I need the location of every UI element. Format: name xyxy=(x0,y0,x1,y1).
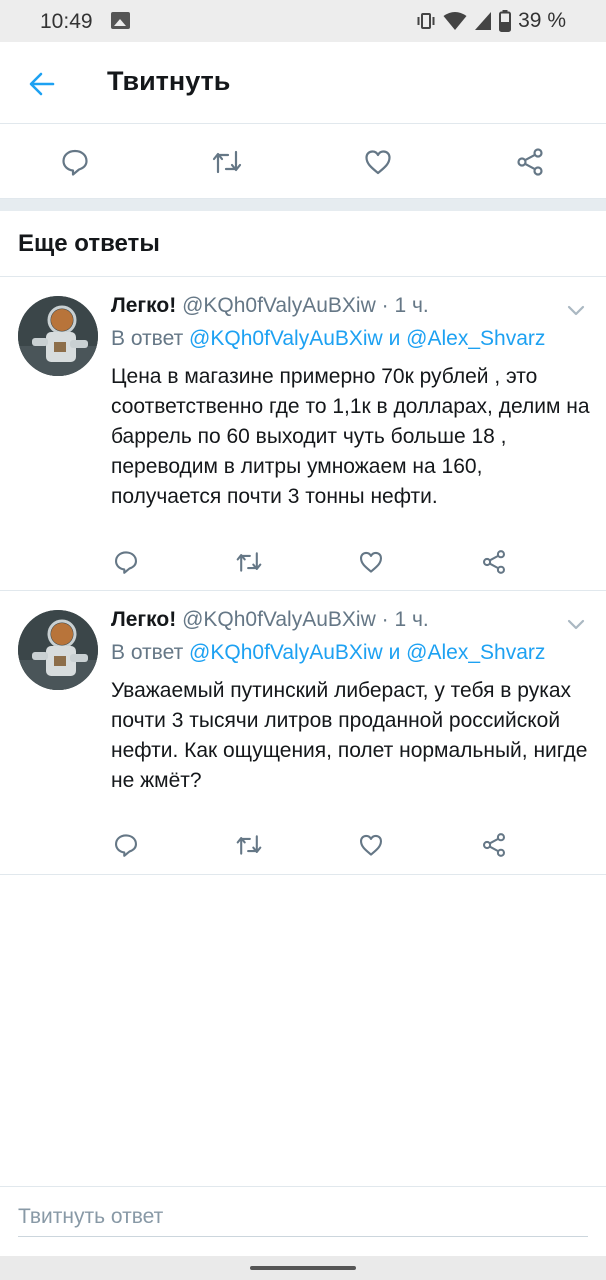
signal-icon xyxy=(474,11,492,31)
battery-icon xyxy=(499,10,512,32)
tweet-text: Уважаемый путинский либераст, у тебя в р… xyxy=(111,679,588,792)
section-header: Еще ответы xyxy=(0,211,606,277)
vibrate-icon xyxy=(416,11,436,31)
wifi-icon xyxy=(443,11,467,31)
status-time: 10:49 xyxy=(40,10,93,33)
share-button[interactable] xyxy=(479,547,509,577)
share-icon xyxy=(482,833,506,857)
reply-icon xyxy=(114,834,138,857)
reply-context: В ответ @KQh0fValyAuBXiw и @Alex_Shvarz xyxy=(111,641,545,665)
reply-user-link[interactable]: @Alex_Shvarz xyxy=(406,327,545,350)
reply-button[interactable] xyxy=(111,830,141,860)
tweet-menu-button[interactable] xyxy=(564,612,588,636)
reply-user-link[interactable]: @Alex_Shvarz xyxy=(406,641,545,664)
reply-tweet[interactable]: Легко! @KQh0fValyAuBXiw · 1 ч. В ответ @… xyxy=(0,592,606,875)
section-divider xyxy=(0,199,606,211)
retweet-icon xyxy=(212,150,242,174)
reply-prefix: В ответ xyxy=(111,327,184,350)
system-nav-bar xyxy=(0,1256,606,1280)
like-button[interactable] xyxy=(356,547,386,577)
reply-input[interactable] xyxy=(18,1197,588,1237)
main-tweet-actions xyxy=(0,125,606,199)
separator-dot: · xyxy=(381,294,389,317)
separator-dot: · xyxy=(381,608,389,631)
retweet-button[interactable] xyxy=(234,547,264,577)
reply-compose-bar xyxy=(0,1186,606,1256)
section-title: Еще ответы xyxy=(18,230,160,257)
tweet-text: Цена в магазине примерно 70к рублей , эт… xyxy=(111,365,590,508)
reply-user-link[interactable]: @KQh0fValyAuBXiw xyxy=(189,327,383,350)
share-button[interactable] xyxy=(479,830,509,860)
retweet-icon xyxy=(236,552,262,572)
author-handle[interactable]: @KQh0fValyAuBXiw xyxy=(182,608,376,631)
reply-and[interactable]: и xyxy=(389,327,401,350)
like-icon xyxy=(365,150,391,175)
reply-icon xyxy=(62,149,88,176)
author-name[interactable]: Легко! xyxy=(111,608,176,631)
arrow-left-icon xyxy=(29,72,55,96)
tweet-header: Легко! @KQh0fValyAuBXiw · 1 ч. xyxy=(111,294,429,324)
like-button[interactable] xyxy=(361,145,395,179)
back-button[interactable] xyxy=(22,64,62,104)
page-title: Твитнуть xyxy=(107,66,231,96)
reply-context: В ответ @KQh0fValyAuBXiw и @Alex_Shvarz xyxy=(111,327,545,351)
retweet-button[interactable] xyxy=(234,830,264,860)
status-icons: 39 % xyxy=(416,9,566,33)
reply-icon xyxy=(114,551,138,574)
app-bar: Твитнуть xyxy=(0,42,606,124)
like-button[interactable] xyxy=(356,830,386,860)
reply-prefix: В ответ xyxy=(111,641,184,664)
chevron-down-icon xyxy=(567,619,585,630)
battery-percent: 39 % xyxy=(518,9,566,32)
reply-button[interactable] xyxy=(58,145,92,179)
image-icon xyxy=(111,12,130,29)
share-button[interactable] xyxy=(513,145,547,179)
share-icon xyxy=(517,148,543,176)
chevron-down-icon xyxy=(567,305,585,316)
reply-tweet[interactable]: Легко! @KQh0fValyAuBXiw · 1 ч. В ответ @… xyxy=(0,278,606,591)
like-icon xyxy=(359,551,383,573)
home-gesture-handle[interactable] xyxy=(250,1266,356,1270)
avatar[interactable] xyxy=(18,610,98,690)
retweet-button[interactable] xyxy=(210,145,244,179)
tweet-header: Легко! @KQh0fValyAuBXiw · 1 ч. xyxy=(111,608,429,638)
reply-user-link[interactable]: @KQh0fValyAuBXiw xyxy=(189,641,383,664)
author-name[interactable]: Легко! xyxy=(111,294,176,317)
like-icon xyxy=(359,834,383,856)
share-icon xyxy=(482,550,506,574)
tweet-menu-button[interactable] xyxy=(564,298,588,322)
status-bar: 10:49 39 % xyxy=(0,0,606,42)
reply-and[interactable]: и xyxy=(389,641,401,664)
retweet-icon xyxy=(236,835,262,855)
tweet-time: 1 ч. xyxy=(394,294,429,317)
author-handle[interactable]: @KQh0fValyAuBXiw xyxy=(182,294,376,317)
avatar[interactable] xyxy=(18,296,98,376)
tweet-time: 1 ч. xyxy=(394,608,429,631)
reply-button[interactable] xyxy=(111,547,141,577)
